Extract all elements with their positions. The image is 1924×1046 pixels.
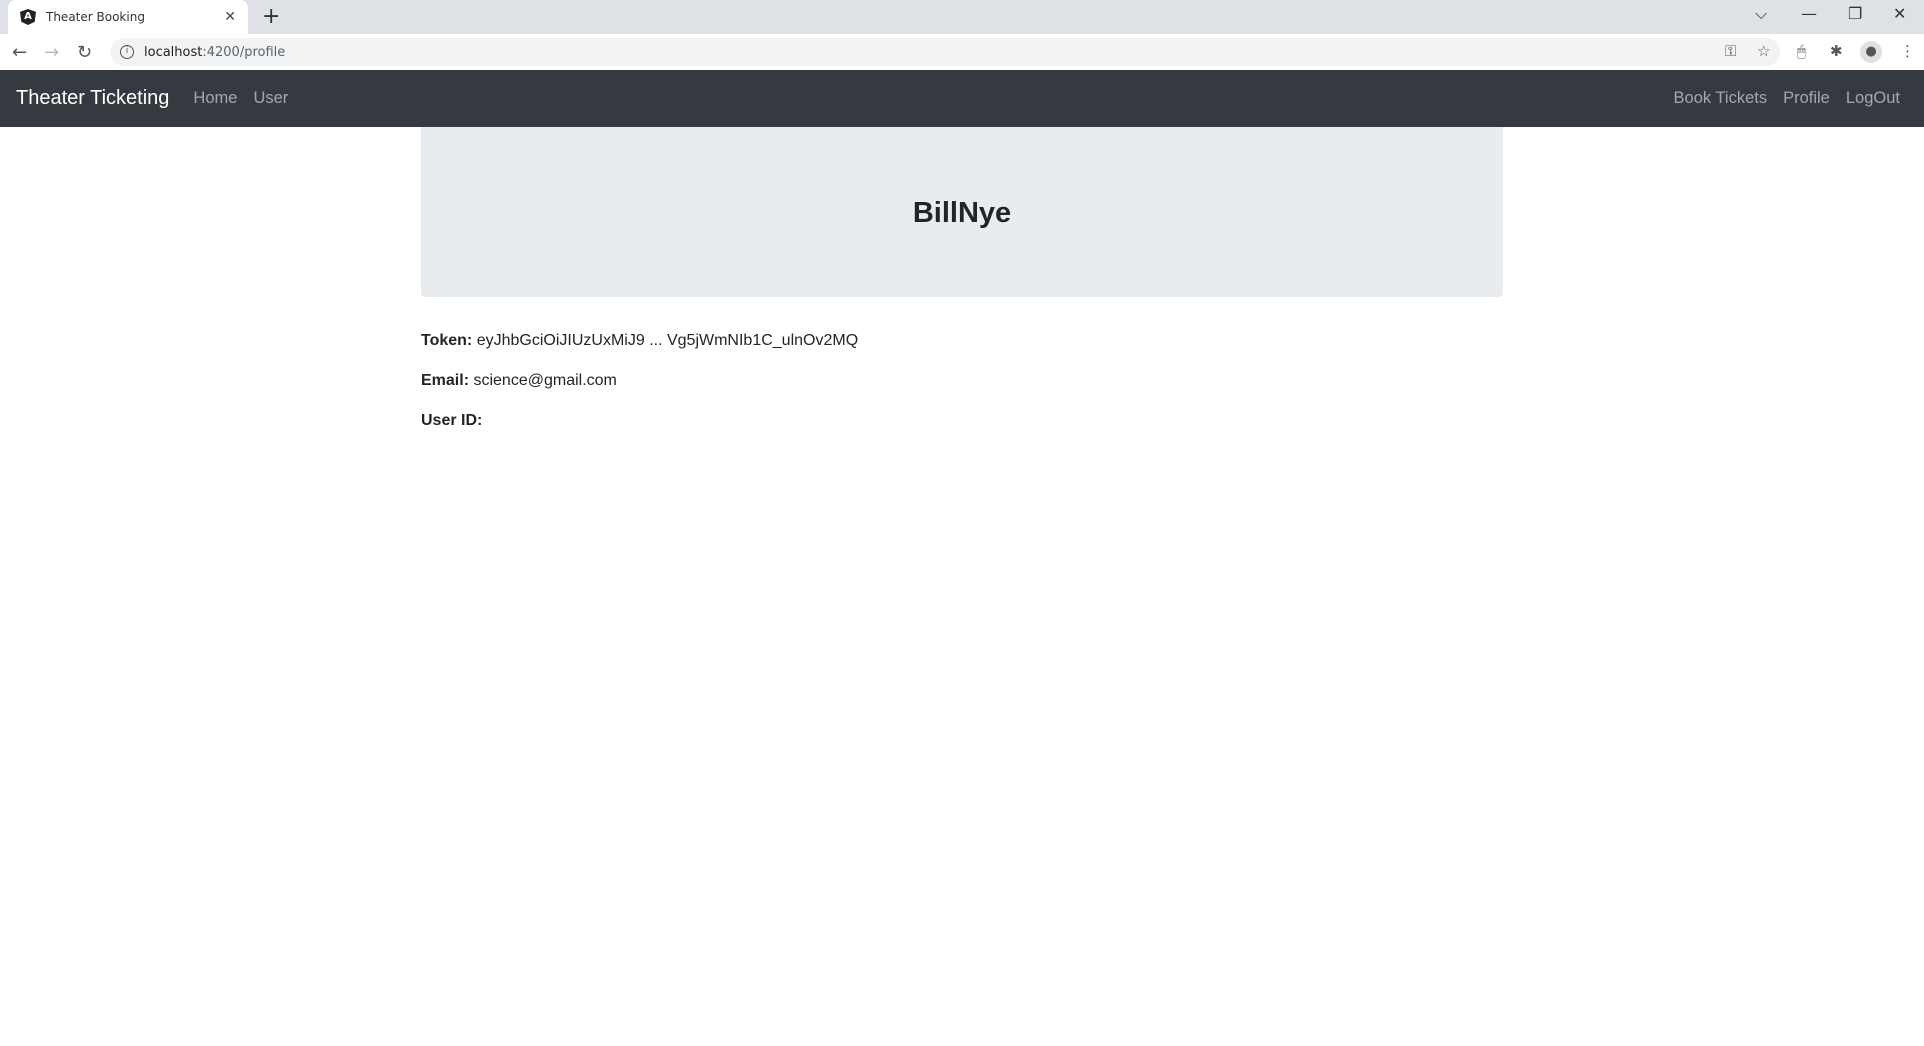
- forward-icon[interactable]: →: [44, 42, 59, 63]
- username-heading: BillNye: [912, 196, 1012, 229]
- back-icon[interactable]: ←: [12, 42, 27, 63]
- token-label: Token:: [421, 332, 473, 349]
- url-bar[interactable]: i localhost:4200/profile: [110, 38, 1780, 66]
- puzzle-icon[interactable]: ✱: [1830, 42, 1843, 60]
- nav-book-tickets[interactable]: Book Tickets: [1674, 89, 1768, 108]
- new-tab-icon[interactable]: +: [262, 4, 280, 29]
- userid-row: User ID:: [421, 412, 482, 430]
- browser-tab-bar: A Theater Booking ✕ + ⌵ — ❐ ✕: [0, 0, 1924, 34]
- site-info-icon[interactable]: i: [120, 45, 134, 59]
- close-tab-icon[interactable]: ✕: [224, 9, 236, 25]
- minimize-icon[interactable]: —: [1801, 4, 1817, 23]
- token-row: Token: eyJhbGciOiJIUzUxMiJ9 ... Vg5jWmNI…: [421, 332, 858, 350]
- url-host: localhost: [144, 44, 203, 60]
- userid-label: User ID:: [421, 412, 483, 429]
- email-label: Email:: [421, 372, 470, 389]
- tab-search-icon[interactable]: ⌵: [1755, 4, 1767, 24]
- reload-icon[interactable]: ↻: [77, 42, 92, 63]
- browser-tab[interactable]: A Theater Booking ✕: [8, 0, 248, 34]
- restore-icon[interactable]: ❐: [1848, 4, 1862, 23]
- url-path: :4200/profile: [202, 44, 286, 60]
- tab-title: Theater Booking: [46, 10, 145, 24]
- menu-icon[interactable]: ⋮: [1900, 42, 1915, 60]
- token-value: eyJhbGciOiJIUzUxMiJ9 ... Vg5jWmNIb1C_uln…: [476, 332, 859, 349]
- brand-link[interactable]: Theater Ticketing: [16, 87, 169, 110]
- angular-icon: A: [20, 9, 36, 25]
- extension-mouse-icon[interactable]: 🖱: [1797, 42, 1806, 60]
- profile-header: BillNye: [421, 127, 1503, 297]
- email-value: science@gmail.com: [473, 372, 617, 389]
- star-icon[interactable]: ☆: [1757, 42, 1770, 60]
- nav-profile[interactable]: Profile: [1783, 89, 1830, 108]
- window-close-icon[interactable]: ✕: [1893, 4, 1906, 23]
- address-toolbar: ← → ↻ i localhost:4200/profile ⚿ ☆ 🖱 ✱ ●…: [0, 34, 1924, 70]
- nav-user[interactable]: User: [253, 89, 288, 108]
- email-row: Email: science@gmail.com: [421, 372, 617, 390]
- profile-avatar-icon[interactable]: ●: [1860, 41, 1882, 63]
- site-navbar: Theater Ticketing Home User Book Tickets…: [0, 70, 1924, 127]
- key-icon[interactable]: ⚿: [1725, 42, 1736, 60]
- nav-home[interactable]: Home: [193, 89, 237, 108]
- nav-logout[interactable]: LogOut: [1846, 89, 1900, 108]
